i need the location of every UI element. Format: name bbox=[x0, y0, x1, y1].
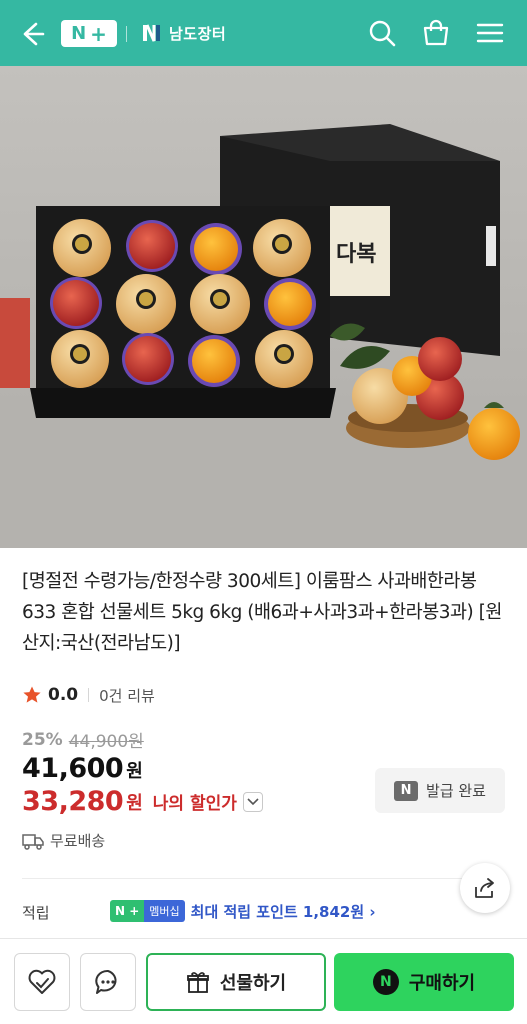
logo-n: N bbox=[71, 23, 87, 44]
star-icon bbox=[23, 686, 41, 703]
shopping-bag-icon[interactable] bbox=[421, 18, 451, 48]
gift-label: 선물하기 bbox=[219, 973, 287, 994]
buy-label: 구매하기 bbox=[408, 973, 476, 994]
price-row: 41,600 원 bbox=[22, 753, 143, 784]
chevron-down-icon[interactable] bbox=[242, 791, 263, 812]
wishlist-heart-icon bbox=[28, 969, 56, 994]
shipping-row: 무료배송 bbox=[22, 830, 105, 851]
naver-n-icon: N bbox=[394, 780, 419, 801]
product-photo-illustration bbox=[0, 66, 527, 548]
discount-row: 25% 44,900원 bbox=[22, 727, 144, 753]
review-count[interactable]: 0건 리뷰 bbox=[99, 685, 155, 706]
top-header: N + 남도장터 bbox=[0, 0, 527, 66]
product-image[interactable]: 다복 bbox=[0, 66, 527, 548]
naver-pay-n-icon: N bbox=[372, 969, 399, 995]
share-button[interactable] bbox=[460, 863, 510, 913]
discount-rate: 25% bbox=[22, 729, 63, 750]
rating-divider bbox=[88, 688, 90, 702]
price-unit: 원 bbox=[126, 761, 143, 782]
bottom-action-bar: 선물하기 N 구매하기 bbox=[0, 938, 527, 1024]
my-sale-price: 33,280 bbox=[22, 786, 124, 817]
my-sale-price-row[interactable]: 33,280 원 나의 할인가 bbox=[22, 786, 263, 817]
my-sale-unit: 원 bbox=[126, 792, 143, 814]
section-divider bbox=[22, 878, 505, 879]
gift-box-label: 다복 bbox=[336, 241, 377, 267]
coupon-label: 발급 완료 bbox=[426, 782, 486, 800]
nplus-store-logo[interactable]: N + bbox=[61, 20, 117, 47]
shipping-text: 무료배송 bbox=[50, 832, 106, 850]
membership-nplus: N + bbox=[110, 900, 145, 922]
chat-button[interactable] bbox=[80, 953, 136, 1011]
gift-icon bbox=[186, 972, 209, 993]
search-icon[interactable] bbox=[367, 18, 397, 48]
rating-row[interactable]: 0.0 0건 리뷰 bbox=[22, 683, 155, 707]
points-row[interactable]: N + 멤버십 최대 적립 포인트 1,842원 › bbox=[110, 900, 376, 922]
gift-button[interactable]: 선물하기 bbox=[146, 953, 326, 1011]
store-name: 남도장터 bbox=[169, 24, 227, 43]
rating-value: 0.0 bbox=[48, 685, 79, 705]
chat-bubble-icon bbox=[95, 969, 117, 994]
back-arrow-icon[interactable] bbox=[16, 19, 46, 49]
menu-icon[interactable] bbox=[475, 18, 505, 48]
share-icon bbox=[475, 878, 494, 898]
max-points-text[interactable]: 최대 적립 포인트 1,842원 › bbox=[191, 901, 376, 922]
header-divider bbox=[126, 26, 127, 42]
my-sale-label: 나의 할인가 bbox=[152, 794, 237, 814]
buy-button[interactable]: N 구매하기 bbox=[334, 953, 514, 1011]
original-price: 44,900원 bbox=[68, 732, 144, 752]
current-price: 41,600 bbox=[22, 753, 124, 784]
store-mark-icon bbox=[143, 24, 160, 42]
wishlist-button[interactable] bbox=[14, 953, 70, 1011]
nplus-membership-badge: N + 멤버십 bbox=[110, 900, 185, 922]
store-logo[interactable]: 남도장터 bbox=[141, 18, 226, 48]
product-title: [명절전 수령가능/한정수량 300세트] 이룸팜스 사과배한라봉 633 혼합… bbox=[22, 571, 502, 654]
logo-plus: + bbox=[90, 21, 107, 46]
truck-icon bbox=[22, 833, 44, 850]
coupon-issued-button[interactable]: N 발급 완료 bbox=[375, 768, 505, 813]
membership-label: 멤버십 bbox=[144, 900, 185, 922]
points-label: 적립 bbox=[22, 904, 50, 922]
